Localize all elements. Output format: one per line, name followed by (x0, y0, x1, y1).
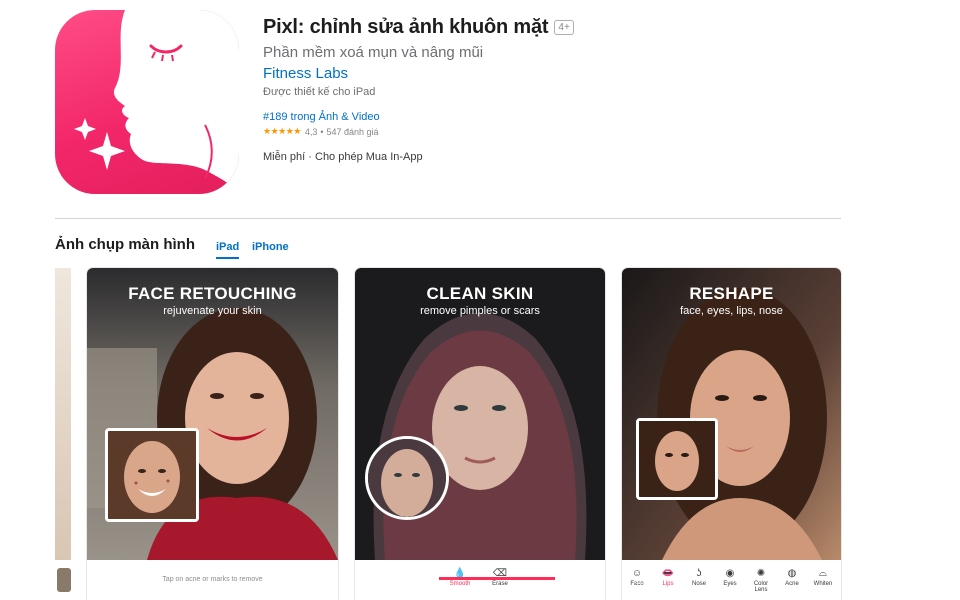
tool-label: Nose (691, 581, 706, 587)
screenshot-face-retouching[interactable]: FACE RETOUCHING rejuvenate your skin ← →… (87, 268, 338, 600)
app-header: Pixl: chỉnh sửa ảnh khuôn mặt 4+ Phần mề… (263, 16, 823, 163)
tool-label: Color Lens (753, 581, 769, 593)
tool-label: Eyes (723, 581, 737, 587)
tool-whiten[interactable]: ⌓ Whiten (808, 568, 838, 587)
tool-label: Smooth (449, 581, 471, 587)
in-app-purchase-label: Cho phép Mua In-App (315, 151, 423, 163)
nose-icon: ʖ (696, 568, 702, 579)
screenshot-subheading: remove pimples or scars (420, 305, 540, 317)
tool-eyes[interactable]: ◉ Eyes (715, 568, 745, 587)
compare-icon (585, 580, 593, 588)
navigation-arrows: ← → (99, 576, 125, 588)
age-rating-badge: 4+ (554, 20, 574, 35)
rating-value: 4,3 (304, 126, 318, 137)
price-label: Miễn phí (263, 151, 306, 163)
tool-label: Whiten (813, 581, 833, 587)
tool-label: Lips (662, 581, 674, 587)
navigation-arrows: ← → (367, 576, 393, 588)
screenshot-heading: FACE RETOUCHING (128, 284, 297, 303)
price-row: Miễn phí · Cho phép Mua In-App (263, 151, 823, 163)
tool-color-lens[interactable]: ✺ Color Lens (746, 568, 776, 593)
tab-ipad[interactable]: iPad (216, 241, 240, 259)
screenshot-toolbar: Tap on acne or marks to remove (87, 560, 338, 600)
star-rating-icon: ★★★★★ (263, 126, 301, 136)
tool-acne[interactable]: ◍ Acne (777, 568, 807, 587)
developer-link[interactable]: Fitness Labs (263, 65, 348, 82)
tool-label: Erase (492, 581, 508, 587)
acne-icon: ◍ (787, 568, 797, 579)
slider-fill (439, 577, 558, 580)
eye-icon: ◉ (725, 568, 735, 579)
before-photo-inset (105, 428, 199, 522)
designed-for-label: Được thiết kế cho iPad (263, 86, 376, 98)
screenshot-previous-partial[interactable] (55, 268, 71, 600)
teeth-icon: ⌓ (819, 568, 827, 579)
intensity-slider[interactable] (439, 571, 575, 586)
app-title: Pixl: chỉnh sửa ảnh khuôn mặt (263, 16, 549, 38)
category-rank-link[interactable]: #189 trong Ảnh & Video (263, 111, 823, 123)
before-photo-inset (636, 418, 718, 500)
tool-nose[interactable]: ʖ Nose (684, 568, 714, 587)
slider-knob[interactable] (555, 571, 560, 586)
rating-row: ★★★★★ 4,3 • 547 đánh giá (263, 126, 823, 137)
screenshot-subheading: face, eyes, lips, nose (680, 305, 783, 317)
app-icon (55, 10, 239, 194)
screenshot-heading-block: FACE RETOUCHING rejuvenate your skin (87, 284, 338, 317)
screenshot-heading-block: RESHAPE face, eyes, lips, nose (622, 284, 841, 317)
tab-iphone[interactable]: iPhone (252, 241, 289, 253)
screenshot-heading-block: CLEAN SKIN remove pimples or scars (355, 284, 605, 317)
rating-separator: • (320, 126, 324, 137)
tool-label: Acne (785, 581, 799, 587)
price-separator: · (308, 151, 315, 163)
section-divider (55, 218, 841, 219)
face-profile-sparkle-icon (74, 10, 239, 194)
app-subtitle: Phần mềm xoá mụn và nâng mũi (263, 44, 484, 61)
screenshot-toolbar: 💧 Smooth ⌫ Erase (355, 560, 605, 600)
screenshot-heading: RESHAPE (689, 284, 774, 303)
lens-icon: ✺ (756, 568, 766, 579)
slider-value: 87 (498, 563, 506, 570)
navigation-arrows: ← → (634, 576, 660, 588)
screenshot-hint: Tap on acne or marks to remove (162, 576, 263, 583)
zoom-lens-inset (365, 436, 449, 520)
screenshot-reshape[interactable]: RESHAPE face, eyes, lips, nose ← → ☺ Fac… (622, 268, 841, 600)
screenshot-subheading: rejuvenate your skin (163, 305, 262, 317)
screenshot-heading: CLEAN SKIN (426, 284, 534, 303)
rating-count: 547 đánh giá (326, 126, 379, 137)
screenshots-title: Ảnh chụp màn hình (55, 236, 195, 253)
compare-icon (318, 580, 326, 588)
screenshot-clean-skin[interactable]: CLEAN SKIN remove pimples or scars 87 ← … (355, 268, 605, 600)
